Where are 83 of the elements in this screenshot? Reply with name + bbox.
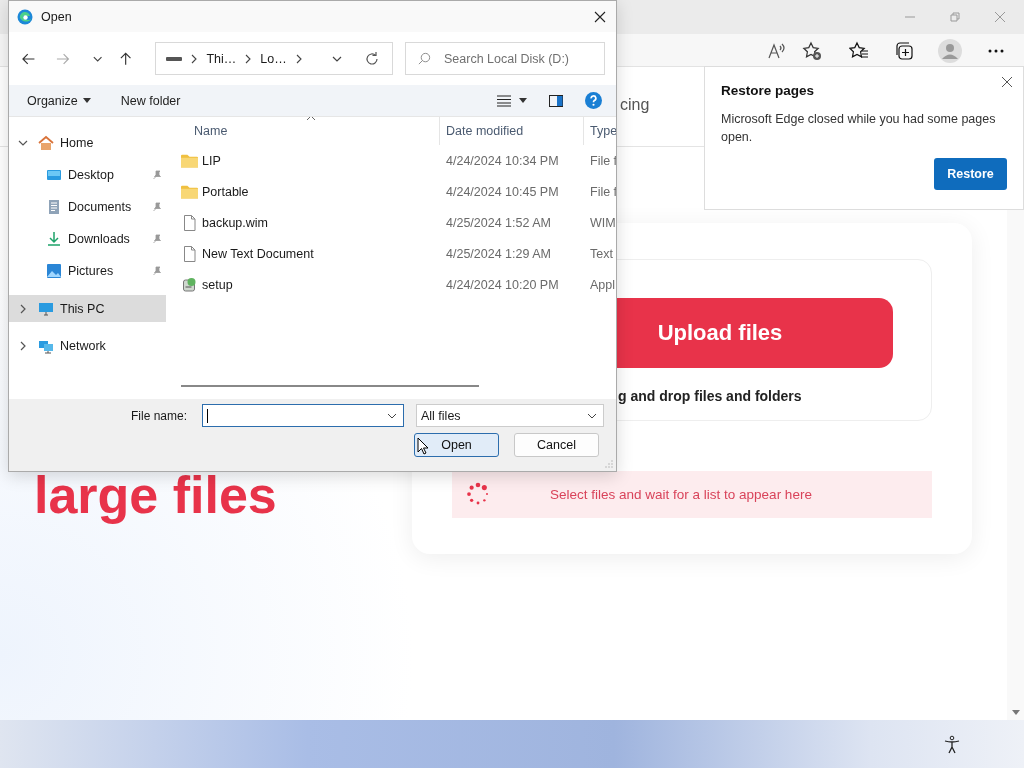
caret-icon[interactable]: [519, 98, 527, 103]
column-header[interactable]: Name: [171, 117, 439, 145]
chevron-down-icon[interactable]: [387, 412, 397, 419]
up-icon[interactable]: [118, 50, 134, 67]
address-bar[interactable]: Thi… Lo…: [155, 42, 393, 75]
breadcrumb-item[interactable]: Lo…: [260, 51, 287, 66]
drop-hint: g and drop files and folders: [618, 388, 802, 404]
nav-item[interactable]: Downloads: [9, 223, 166, 255]
resize-grip-icon[interactable]: [605, 460, 613, 468]
caret-icon: [82, 98, 91, 103]
file-icon: [181, 245, 198, 262]
restore-button[interactable]: Restore: [934, 158, 1007, 190]
list-view-icon[interactable]: [497, 94, 511, 107]
file-date: 4/24/2024 10:45 PM: [445, 184, 560, 199]
chevron-right-icon: [294, 53, 303, 64]
nav-item[interactable]: Desktop: [9, 159, 166, 191]
popup-title: Restore pages: [721, 83, 816, 98]
column-header[interactable]: Date modified: [439, 117, 583, 145]
dialog-title: Open: [41, 9, 73, 24]
chevron-down-icon[interactable]: [18, 138, 28, 148]
cancel-button[interactable]: Cancel: [514, 433, 599, 457]
desktop-icon: [46, 167, 62, 183]
scroll-down-icon[interactable]: [1012, 710, 1020, 716]
chevron-down-icon[interactable]: [587, 412, 597, 419]
file-date: 4/25/2024 1:29 AM: [445, 246, 552, 261]
scrollbar[interactable]: [181, 385, 479, 387]
nav-item[interactable]: This PC: [9, 295, 166, 322]
chevron-right-icon: [190, 53, 199, 64]
folder-icon: [181, 152, 198, 169]
browser-logo-icon: [17, 8, 33, 25]
file-name-label: File name:: [131, 408, 189, 423]
nav-item[interactable]: Home: [9, 127, 166, 159]
nav-link[interactable]: cing: [620, 96, 650, 114]
file-type: Text: [589, 246, 614, 261]
chevron-right-icon[interactable]: [18, 341, 28, 351]
read-aloud-icon[interactable]: [767, 41, 787, 61]
file-name-field[interactable]: [202, 404, 404, 427]
file-name[interactable]: setup: [171, 276, 439, 293]
spinner-icon: [466, 482, 490, 507]
open-button[interactable]: Open: [414, 433, 499, 457]
refresh-icon[interactable]: [364, 50, 380, 67]
file-date: 4/24/2024 10:20 PM: [445, 277, 560, 292]
mouse-cursor-icon: [417, 437, 429, 455]
column-header[interactable]: Type: [583, 117, 616, 145]
new-folder-button[interactable]: New folder: [112, 93, 189, 108]
search-field[interactable]: Search Local Disk (D:): [405, 42, 605, 75]
preview-pane-icon[interactable]: [549, 94, 563, 107]
star-plus-icon[interactable]: [802, 41, 822, 61]
chevron-right-icon: [244, 53, 253, 64]
file-name[interactable]: New Text Document: [171, 245, 439, 262]
download-icon: [46, 231, 62, 247]
file-name[interactable]: Portable: [171, 183, 439, 200]
nav-item[interactable]: Pictures: [9, 255, 166, 287]
document-icon: [46, 199, 62, 215]
profile-avatar[interactable]: [938, 39, 962, 63]
folder-icon: [181, 183, 198, 200]
file-name[interactable]: LIP: [171, 152, 439, 169]
nav-item[interactable]: Network: [9, 330, 166, 362]
search-icon: [417, 51, 432, 66]
status-text: Select files and wait for a list to appear here: [550, 486, 812, 502]
close-icon[interactable]: [594, 10, 606, 23]
collections-icon[interactable]: [894, 41, 914, 61]
file-date: 4/25/2024 1:52 AM: [445, 215, 552, 230]
popup-message: Microsoft Edge closed while you had some pages open.: [721, 111, 997, 146]
help-icon[interactable]: [585, 92, 602, 109]
organize-menu[interactable]: Organize: [19, 93, 99, 108]
accessibility-icon[interactable]: [942, 735, 962, 755]
installer-icon: [181, 276, 198, 293]
monitor-icon: [38, 300, 54, 317]
network-icon: [38, 338, 54, 354]
chevron-right-icon[interactable]: [18, 303, 28, 314]
home-icon: [38, 135, 54, 151]
close-icon[interactable]: [1001, 76, 1013, 88]
file-type-dropdown[interactable]: All files: [416, 404, 604, 427]
file-type: Appl: [589, 277, 616, 292]
favorites-icon[interactable]: [849, 41, 869, 61]
pictures-icon: [46, 263, 62, 279]
file-type: WIM: [589, 215, 616, 230]
file-icon: [181, 214, 198, 231]
file-date: 4/24/2024 10:34 PM: [445, 153, 560, 168]
breadcrumb-item[interactable]: Thi…: [206, 51, 237, 66]
file-name[interactable]: backup.wim: [171, 214, 439, 231]
nav-item[interactable]: Documents: [9, 191, 166, 223]
